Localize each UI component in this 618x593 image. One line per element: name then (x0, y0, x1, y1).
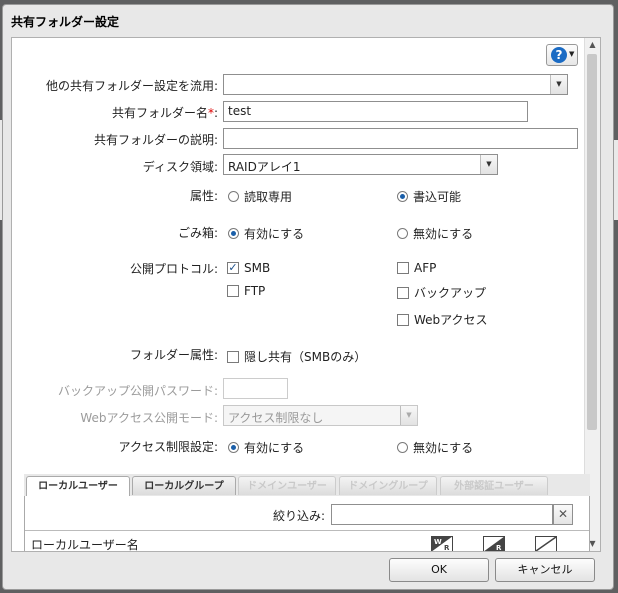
dropdown-arrow-icon: ▼ (550, 75, 567, 94)
dropdown-arrow-icon: ▼ (480, 155, 497, 174)
radio-icon (397, 442, 408, 453)
dialog-content: ▲ ▼ ? ▼ 他の共有フォルダー設定を流用: ▼ 共有フォルダー名*: tes… (11, 37, 601, 552)
dialog-title: 共有フォルダー設定 (11, 15, 120, 29)
description-input[interactable] (223, 128, 578, 149)
read-only-permission-icon[interactable]: R (483, 536, 505, 552)
dropdown-arrow-icon: ▼ (400, 406, 417, 425)
help-icon: ? (551, 47, 567, 63)
web-access-mode-select[interactable]: アクセス制限なし ▼ (223, 405, 418, 426)
backup-password-label: バックアップ公開パスワード: (57, 384, 218, 398)
disk-area-label: ディスク領域: (142, 160, 218, 174)
checkbox-icon (227, 350, 239, 363)
trash-label: ごみ箱: (177, 226, 218, 240)
web-access-mode-label: Webアクセス公開モード: (80, 411, 218, 425)
copy-settings-select[interactable]: ▼ (223, 74, 568, 95)
scroll-thumb[interactable] (587, 54, 597, 430)
filter-input[interactable] (331, 504, 553, 525)
copy-settings-label: 他の共有フォルダー設定を流用: (45, 79, 218, 93)
cancel-button[interactable]: キャンセル (495, 558, 595, 582)
radio-selected-icon (228, 228, 239, 239)
radio-selected-icon (397, 191, 408, 202)
protocol-ftp-checkbox[interactable]: FTP (227, 284, 265, 298)
access-restriction-enable-radio[interactable]: 有効にする (228, 439, 304, 456)
protocol-webaccess-checkbox[interactable]: Webアクセス (397, 311, 488, 328)
svg-text:W: W (434, 538, 442, 546)
svg-text:R: R (444, 544, 450, 552)
protocol-smb-checkbox[interactable]: ✓ SMB (227, 261, 270, 275)
folder-name-input[interactable]: test (223, 101, 528, 122)
read-write-permission-icon[interactable]: W R (431, 536, 453, 552)
trash-enable-radio[interactable]: 有効にする (228, 225, 304, 242)
checkbox-icon (227, 285, 239, 297)
checkbox-icon (397, 286, 409, 299)
help-button[interactable]: ? ▼ (546, 44, 578, 66)
svg-text:R: R (496, 544, 502, 552)
trash-disable-radio[interactable]: 無効にする (397, 225, 473, 242)
radio-selected-icon (228, 442, 239, 453)
tab-domain-user[interactable]: ドメインユーザー (238, 476, 336, 495)
no-access-permission-icon[interactable] (535, 536, 557, 552)
folder-name-label: 共有フォルダー名*: (111, 106, 218, 120)
radio-icon (397, 228, 408, 239)
ok-button[interactable]: OK (389, 558, 489, 582)
tab-domain-group[interactable]: ドメイングループ (339, 476, 437, 495)
protocol-afp-checkbox[interactable]: AFP (397, 261, 436, 275)
access-restriction-label: アクセス制限設定: (118, 440, 218, 454)
tab-external-auth-user[interactable]: 外部認証ユーザー (440, 476, 548, 495)
tab-local-user[interactable]: ローカルユーザー (26, 476, 130, 496)
description-label: 共有フォルダーの説明: (93, 133, 218, 147)
attribute-writable-radio[interactable]: 書込可能 (397, 188, 461, 205)
disk-area-select[interactable]: RAIDアレイ1 ▼ (223, 154, 498, 175)
tab-panel: 絞り込み: ✕ ローカルユーザー名 W R R (24, 496, 590, 552)
folder-attribute-label: フォルダー属性: (129, 348, 218, 362)
clear-icon[interactable]: ✕ (553, 504, 573, 525)
radio-icon (228, 191, 239, 202)
user-name-column-header: ローカルユーザー名 (31, 538, 139, 552)
tab-local-group[interactable]: ローカルグループ (132, 476, 236, 495)
attribute-label: 属性: (189, 189, 218, 203)
backup-password-input[interactable] (223, 378, 288, 399)
protocol-backup-checkbox[interactable]: バックアップ (397, 284, 486, 301)
checkbox-icon (397, 313, 409, 326)
attribute-readonly-radio[interactable]: 読取専用 (228, 188, 292, 205)
protocol-label: 公開プロトコル: (129, 262, 218, 276)
hidden-share-checkbox[interactable]: 隠し共有（SMBのみ） (227, 348, 366, 365)
shared-folder-settings-dialog: 共有フォルダー設定 ▲ ▼ ? ▼ 他の共有フォルダー設定を流用: ▼ 共有フォ… (2, 4, 614, 590)
chevron-down-icon: ▼ (569, 50, 575, 58)
user-list-header: ローカルユーザー名 W R R (25, 530, 589, 552)
access-restriction-disable-radio[interactable]: 無効にする (397, 439, 473, 456)
filter-label: 絞り込み: (272, 509, 325, 523)
checkbox-icon (397, 262, 409, 274)
checkbox-checked-icon: ✓ (227, 261, 239, 274)
scroll-up-icon[interactable]: ▲ (585, 38, 600, 52)
user-tabs: ローカルユーザー ローカルグループ ドメインユーザー ドメイングループ 外部認証… (24, 474, 590, 497)
